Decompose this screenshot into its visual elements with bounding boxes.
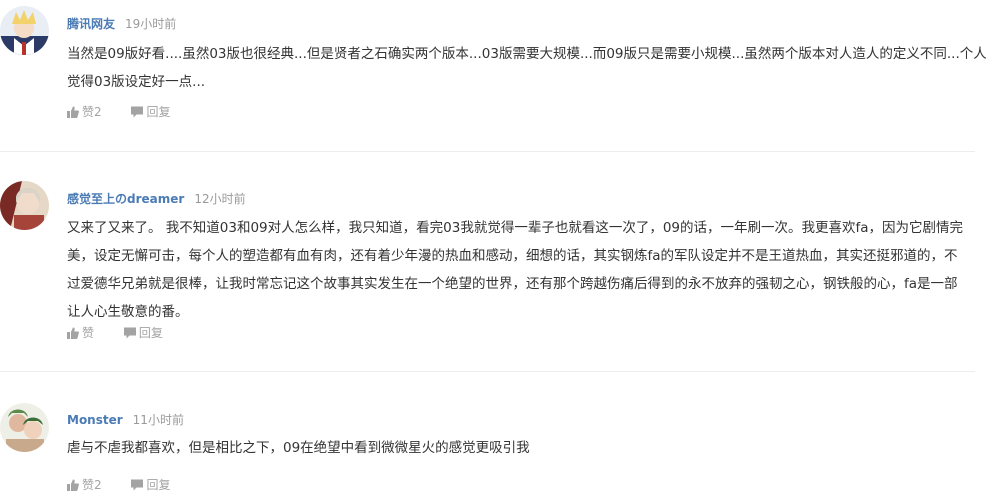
reply-label: 回复: [146, 478, 171, 492]
avatar[interactable]: [0, 181, 49, 230]
like-count-label: 赞: [82, 326, 95, 340]
comment-text-line: 当然是09版好看....虽然03版也很经典...但是贤者之石确实两个版本...0…: [67, 46, 987, 62]
username[interactable]: 腾讯网友: [67, 17, 115, 31]
avatar[interactable]: [0, 6, 49, 55]
speech-bubble-icon: [131, 106, 144, 118]
comment-text: 当然是09版好看....虽然03版也很经典...但是贤者之石确实两个版本...0…: [67, 40, 987, 96]
comment-text-line: 过爱德华兄弟就是很棒，让我时常忘记这个故事其实发生在一个绝望的世界，还有那个跨越…: [67, 276, 958, 292]
comment-text-line: 让人心生敬意的番。: [67, 304, 189, 320]
comment-text-line: 又来了又来了。 我不知道03和09对人怎么样，我只知道，看完03我就觉得一辈子也…: [67, 220, 964, 236]
comment-text-line: 美，设定无懈可击，每个人的塑造都有血有肉，还有着少年漫的热血和感动，细想的话，其…: [67, 248, 958, 264]
thumbs-up-icon: [67, 106, 79, 118]
reply-button[interactable]: 回复: [131, 478, 170, 492]
speech-bubble-icon: [131, 479, 144, 491]
username[interactable]: 感觉至上のdreamer: [67, 192, 184, 206]
timestamp: 19小时前: [125, 17, 177, 31]
reply-label: 回复: [138, 326, 163, 340]
speech-bubble-icon: [123, 327, 136, 339]
like-count-label: 赞2: [82, 105, 102, 119]
like-button[interactable]: 赞: [67, 326, 94, 340]
comment-text: 又来了又来了。 我不知道03和09对人怎么样，我只知道，看完03我就觉得一辈子也…: [67, 214, 972, 326]
reply-button[interactable]: 回复: [123, 326, 163, 340]
like-button[interactable]: 赞2: [67, 105, 102, 119]
username[interactable]: Monster: [67, 413, 123, 427]
thumbs-up-icon: [67, 327, 79, 339]
comment-item: Monster 11小时前 虐与不虐我都喜欢，但是相比之下，09在绝望中看到微微星…: [0, 372, 975, 499]
comment-text-line: 虐与不虐我都喜欢，但是相比之下，09在绝望中看到微微星火的感觉更吸引我: [67, 440, 530, 456]
comment-item: 感觉至上のdreamer 12小时前 又来了又来了。 我不知道03和09对人怎么样…: [0, 152, 975, 370]
comment-item: 腾讯网友 19小时前 当然是09版好看....虽然03版也很经典...但是贤者之石…: [0, 0, 987, 150]
reply-button[interactable]: 回复: [131, 105, 170, 119]
avatar[interactable]: [0, 403, 49, 452]
reply-label: 回复: [146, 105, 171, 119]
comment-list: 腾讯网友 19小时前 当然是09版好看....虽然03版也很经典...但是贤者之石…: [0, 0, 1000, 499]
like-count-label: 赞2: [82, 478, 102, 492]
comment-text-line: 觉得03版设定好一点...: [67, 74, 206, 90]
timestamp: 12小时前: [194, 192, 246, 206]
comment-text: 虐与不虐我都喜欢，但是相比之下，09在绝望中看到微微星火的感觉更吸引我: [67, 434, 972, 462]
timestamp: 11小时前: [132, 413, 184, 427]
thumbs-up-icon: [67, 479, 79, 491]
like-button[interactable]: 赞2: [67, 478, 102, 492]
